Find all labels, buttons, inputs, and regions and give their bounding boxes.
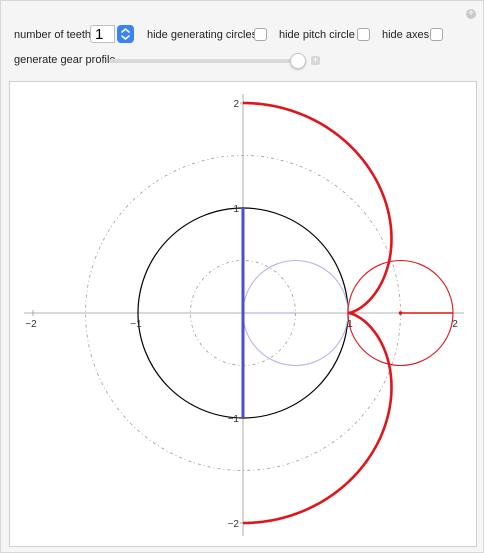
y-tick-label: −1 — [228, 414, 240, 425]
manipulate-panel: + number of teeth 1 hide generating circ… — [0, 0, 484, 553]
hide-axes-checkbox[interactable] — [430, 28, 443, 41]
y-tick-label: −2 — [228, 519, 240, 530]
x-tick-label: 2 — [452, 319, 458, 330]
chevron-updown-icon — [121, 28, 130, 40]
generate-profile-slider-track[interactable] — [109, 59, 303, 63]
hide-pitch-label: hide pitch circle — [279, 29, 355, 41]
num-teeth-input[interactable]: 1 — [90, 25, 115, 43]
generate-profile-label: generate gear profile — [14, 54, 116, 66]
x-tick-label: −2 — [25, 319, 37, 330]
x-tick-label: −1 — [130, 319, 142, 330]
outer-generating-center — [398, 311, 403, 315]
y-tick-label: 2 — [233, 99, 239, 110]
num-teeth-label: number of teeth — [14, 29, 92, 41]
add-icon[interactable]: + — [466, 9, 476, 19]
hide-generating-checkbox[interactable] — [254, 28, 267, 41]
hide-axes-label: hide axes — [382, 29, 430, 41]
x-tick-label: 1 — [347, 319, 353, 330]
slider-expand-icon[interactable]: + — [311, 56, 320, 65]
gear-plot: −2 −1 1 2 2 1 −1 −2 — [24, 94, 464, 536]
generate-profile-slider-thumb[interactable] — [290, 53, 306, 69]
num-teeth-stepper[interactable] — [117, 25, 134, 43]
y-tick-label: 1 — [233, 204, 239, 215]
plot-area: −2 −1 1 2 2 1 −1 −2 — [9, 81, 477, 547]
hide-generating-label: hide generating circles — [147, 29, 258, 41]
hide-pitch-checkbox[interactable] — [357, 28, 370, 41]
